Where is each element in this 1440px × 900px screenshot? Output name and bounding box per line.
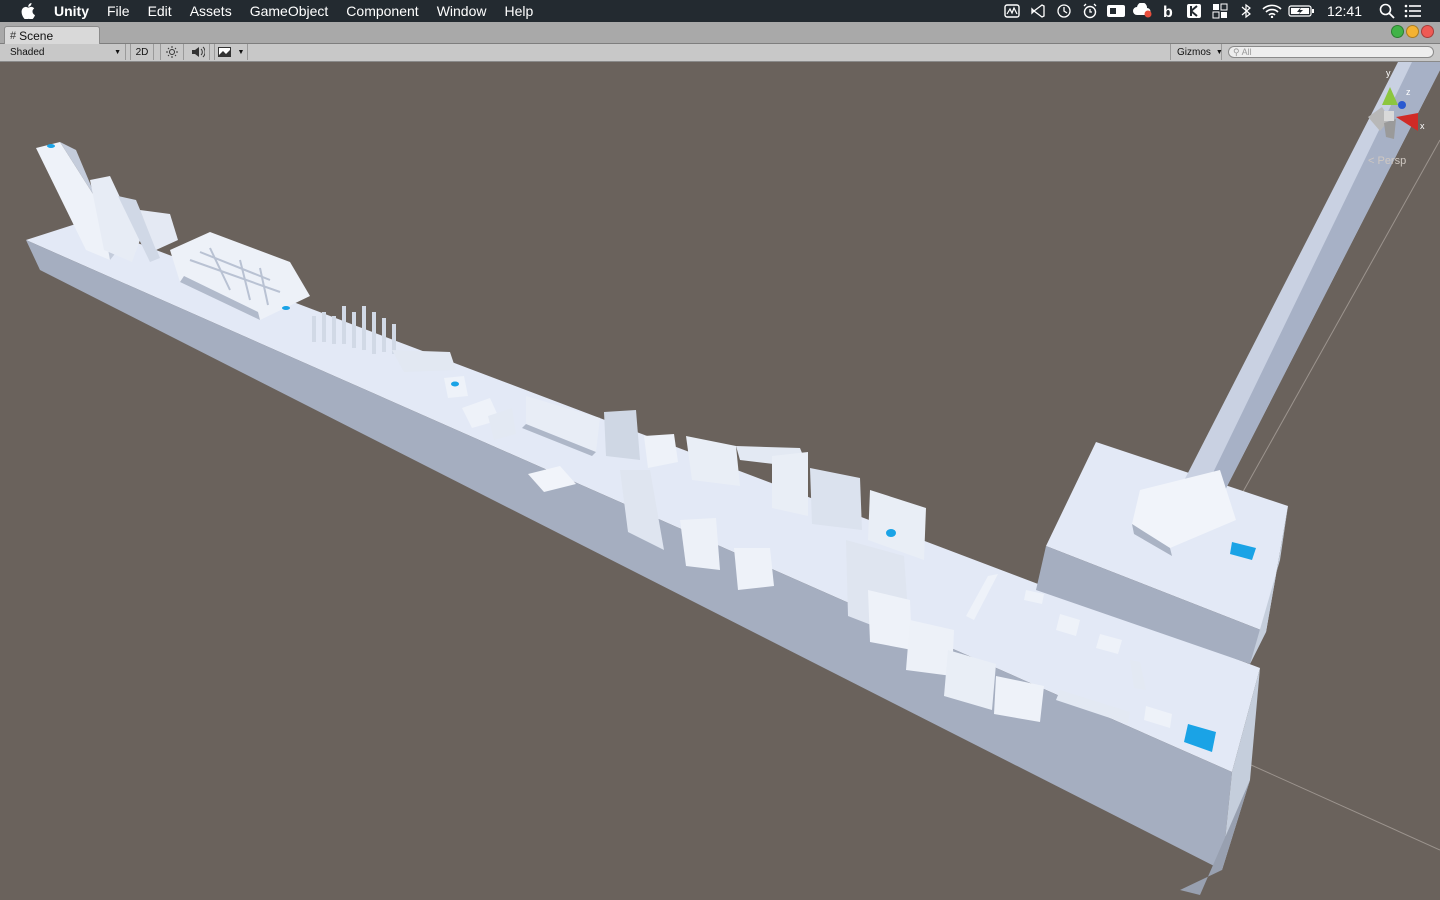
gizmos-dropdown[interactable]: Gizmos ▼ <box>1170 44 1223 60</box>
z-axis-cone[interactable] <box>1398 101 1406 109</box>
window-controls <box>1391 25 1434 38</box>
activity-monitor-icon[interactable] <box>999 0 1025 22</box>
menu-window[interactable]: Window <box>428 3 496 19</box>
audio-toggle-icon[interactable] <box>186 44 210 60</box>
dropdown-arrow-icon: ▼ <box>114 48 121 56</box>
toggle-2d-button[interactable]: 2D <box>130 44 154 60</box>
svg-text:b: b <box>1163 4 1173 19</box>
creative-cloud-icon[interactable] <box>1129 0 1155 22</box>
menu-edit[interactable]: Edit <box>139 3 181 19</box>
menu-gameobject[interactable]: GameObject <box>241 3 338 19</box>
window-zoom-button[interactable] <box>1391 25 1404 38</box>
search-placeholder: All <box>1241 47 1252 57</box>
gizmo-x-label: x <box>1420 121 1425 131</box>
scene-viewport[interactable]: y z x < Persp <box>0 62 1440 900</box>
gizmo-center-cube[interactable] <box>1384 111 1394 121</box>
spotlight-search-icon[interactable] <box>1374 0 1400 22</box>
screen-share-icon[interactable] <box>1103 0 1129 22</box>
menu-component[interactable]: Component <box>337 3 427 19</box>
x-axis-cone[interactable] <box>1396 113 1418 131</box>
orientation-gizmo[interactable]: y z x <box>1362 67 1432 157</box>
gizmos-arrow-icon: ▼ <box>1215 48 1223 56</box>
effects-toggle-icon[interactable]: ▼ <box>214 44 248 60</box>
draw-mode-dropdown[interactable]: Shaded ▼ <box>4 44 126 60</box>
tab-scene-label: Scene <box>19 28 54 43</box>
scene-grid-icon: # <box>10 29 17 42</box>
menu-assets[interactable]: Assets <box>181 3 241 19</box>
alarm-icon[interactable] <box>1077 0 1103 22</box>
menu-bar: Unity File Edit Assets GameObject Compon… <box>0 0 1440 22</box>
projection-toggle[interactable]: < Persp <box>1368 155 1406 167</box>
menu-help[interactable]: Help <box>495 3 542 19</box>
menu-file[interactable]: File <box>98 3 139 19</box>
search-icon: ⚲ <box>1233 46 1240 57</box>
gizmo-z-label: z <box>1406 87 1411 97</box>
menu-clock[interactable]: 12:41 <box>1319 3 1374 19</box>
scene-guide-line <box>1239 759 1440 851</box>
time-machine-icon[interactable] <box>1051 0 1077 22</box>
mosaic-icon[interactable] <box>1207 0 1233 22</box>
tab-scene[interactable]: # Scene <box>4 26 100 44</box>
apple-logo-icon[interactable] <box>20 3 36 19</box>
kite-icon[interactable] <box>1181 0 1207 22</box>
effects-dropdown-arrow-icon[interactable]: ▼ <box>238 49 245 56</box>
vscode-icon[interactable] <box>1025 0 1051 22</box>
tab-bar: # Scene <box>0 22 1440 44</box>
wifi-icon[interactable] <box>1259 0 1285 22</box>
window-minimize-button[interactable] <box>1406 25 1419 38</box>
bluetooth-icon[interactable] <box>1233 0 1259 22</box>
y-axis-cone[interactable] <box>1382 87 1398 105</box>
gizmos-label: Gizmos <box>1177 46 1211 58</box>
draw-mode-label: Shaded <box>10 46 45 58</box>
notification-center-icon[interactable] <box>1400 0 1426 22</box>
lighting-toggle-icon[interactable] <box>160 44 184 60</box>
battery-charging-icon[interactable] <box>1285 0 1319 22</box>
menu-app-name[interactable]: Unity <box>54 3 98 19</box>
gizmo-y-label: y <box>1386 68 1391 78</box>
hierarchy-search-field[interactable]: ⚲ All <box>1228 46 1434 58</box>
bold-b-icon[interactable]: b <box>1155 0 1181 22</box>
scene-toolbar: Shaded ▼ 2D ▼ Gizmos ▼ ⚲ All <box>0 44 1440 62</box>
window-close-button[interactable] <box>1421 25 1434 38</box>
